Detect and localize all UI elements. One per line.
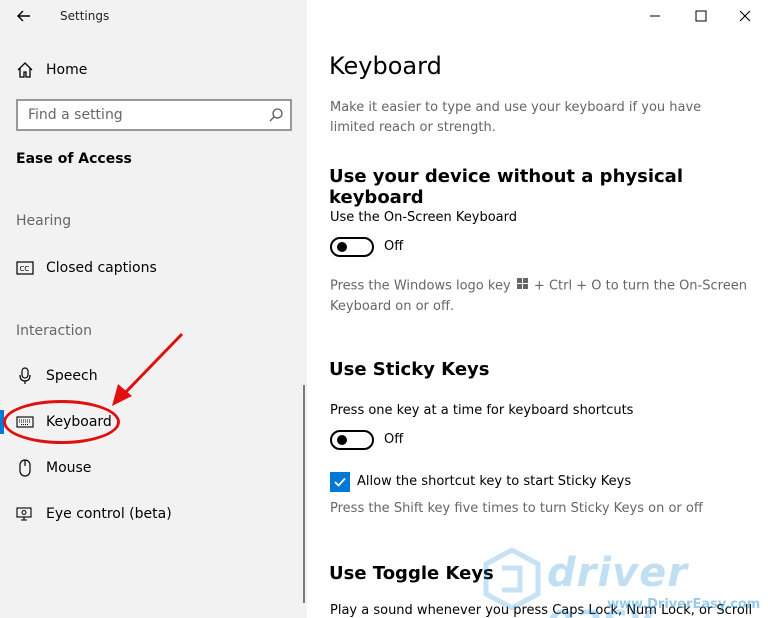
sidebar-item-label: Speech bbox=[46, 368, 98, 384]
page-description: Make it easier to type and use your keyb… bbox=[330, 100, 702, 135]
back-arrow-icon[interactable] bbox=[14, 6, 34, 26]
sidebar-item-label: Mouse bbox=[46, 460, 92, 476]
maximize-icon[interactable] bbox=[686, 6, 716, 26]
sticky-keys-state: Off bbox=[384, 432, 404, 447]
close-icon[interactable] bbox=[730, 6, 760, 26]
app-title: Settings bbox=[60, 9, 110, 23]
watermark-url: www.DriverEasy.com bbox=[607, 597, 761, 612]
onscreen-keyboard-label: Use the On-Screen Keyboard bbox=[330, 210, 517, 225]
main-pane: Keyboard Make it easier to type and use … bbox=[307, 0, 768, 618]
driver-easy-logo-icon bbox=[483, 548, 541, 610]
group-header-interaction: Interaction bbox=[16, 323, 92, 339]
sidebar-item-closed-captions[interactable]: CC Closed captions bbox=[0, 250, 307, 286]
annotation-arrow-icon bbox=[112, 332, 184, 406]
sticky-keys-toggle[interactable] bbox=[330, 430, 374, 450]
mouse-icon bbox=[16, 459, 34, 477]
search-placeholder: Find a setting bbox=[28, 107, 123, 123]
svg-text:CC: CC bbox=[20, 265, 30, 273]
sidebar: Settings Home Find a setting Ease of Acc… bbox=[0, 0, 307, 618]
sidebar-item-mouse[interactable]: Mouse bbox=[0, 450, 307, 486]
sticky-keys-shortcut-label: Allow the shortcut key to start Sticky K… bbox=[357, 474, 632, 489]
section-title: Ease of Access bbox=[16, 151, 132, 167]
closed-captions-icon: CC bbox=[16, 259, 34, 277]
sidebar-item-eye-control[interactable]: Eye control (beta) bbox=[0, 496, 307, 532]
page-title: Keyboard bbox=[329, 52, 442, 80]
toggle-knob bbox=[337, 435, 347, 445]
section-heading-toggle: Use Toggle Keys bbox=[329, 563, 494, 584]
section-heading-sticky: Use Sticky Keys bbox=[329, 359, 490, 380]
onscreen-keyboard-help: Press the Windows logo key + Ctrl + O to… bbox=[330, 276, 750, 317]
minimize-icon[interactable] bbox=[640, 6, 670, 26]
microphone-icon bbox=[16, 367, 34, 385]
sidebar-scrollbar[interactable] bbox=[303, 385, 305, 603]
sidebar-item-label: Eye control (beta) bbox=[46, 506, 172, 522]
sidebar-item-home[interactable]: Home bbox=[0, 52, 307, 88]
windows-logo-icon bbox=[516, 276, 528, 296]
search-icon[interactable] bbox=[268, 107, 284, 123]
sticky-keys-shortcut-checkbox[interactable] bbox=[330, 472, 350, 492]
group-header-hearing: Hearing bbox=[16, 213, 72, 229]
sticky-keys-label: Press one key at a time for keyboard sho… bbox=[330, 403, 634, 418]
home-icon bbox=[16, 61, 34, 79]
toggle-knob bbox=[337, 242, 347, 252]
checkmark-icon bbox=[334, 477, 346, 487]
search-input[interactable]: Find a setting bbox=[16, 99, 292, 131]
onscreen-keyboard-toggle[interactable] bbox=[330, 237, 374, 257]
section-heading-onscreen: Use your device without a physical keybo… bbox=[329, 166, 683, 208]
sticky-keys-help: Press the Shift key five times to turn S… bbox=[330, 501, 703, 516]
sidebar-item-label: Home bbox=[46, 62, 88, 78]
onscreen-help-part1: Press the Windows logo key bbox=[330, 278, 511, 294]
sidebar-item-label: Closed captions bbox=[46, 260, 157, 276]
eye-control-icon bbox=[16, 505, 34, 523]
onscreen-keyboard-state: Off bbox=[384, 239, 404, 254]
